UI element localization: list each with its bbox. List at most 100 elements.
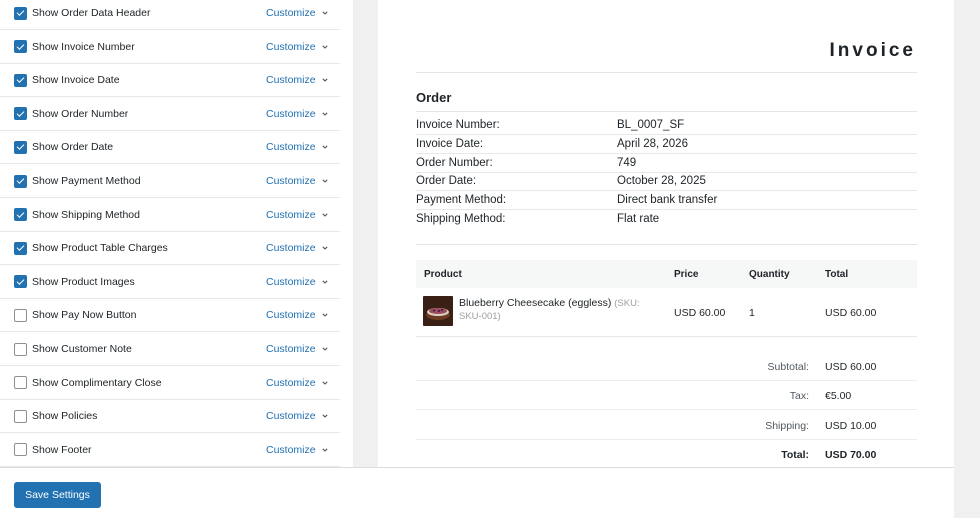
option-row: Show Invoice Date Customize [0,64,340,98]
option-label: Show Invoice Date [32,74,120,87]
chevron-down-icon[interactable] [322,212,328,218]
chevron-down-icon[interactable] [322,44,328,50]
chevron-down-icon[interactable] [322,346,328,352]
chevron-down-icon[interactable] [322,144,328,150]
customize-link[interactable]: Customize [266,108,316,120]
detail-row: Invoice Date: April 28, 2026 [416,135,917,154]
detail-key: Shipping Method: [416,213,506,225]
col-quantity: Quantity [749,269,790,280]
option-row: Show Payment Method Customize [0,165,340,198]
bottom-bar: Save Settings [0,467,954,518]
product-image [423,296,453,326]
divider [416,111,917,112]
option-checkbox[interactable] [14,342,27,356]
chevron-down-icon[interactable] [322,312,328,318]
col-total: Total [825,269,849,280]
detail-value: Direct bank transfer [617,194,718,207]
chevron-down-icon[interactable] [322,111,328,117]
customize-link[interactable]: Customize [266,444,316,456]
option-label: Show Pay Now Button [32,309,137,322]
option-row: Show Shipping Method Customize [0,199,340,232]
option-checkbox[interactable] [14,174,27,188]
option-label: Show Customer Note [32,343,132,355]
customize-link[interactable]: Customize [266,209,316,221]
detail-row: Invoice Number: BL_0007_SF [416,116,917,135]
option-checkbox[interactable] [14,6,27,20]
detail-row: Order Number: 749 [416,154,917,173]
option-checkbox[interactable] [14,376,27,390]
option-row: Show Invoice Number Customize [0,31,340,64]
totals-label: Tax: [789,390,809,403]
detail-row: Shipping Method: Flat rate [416,210,917,229]
option-checkbox[interactable] [14,208,27,222]
option-checkbox[interactable] [14,40,27,54]
option-row: Show Complimentary Close Customize [0,367,340,400]
totals-row: Shipping: USD 10.00 [416,411,917,440]
customize-link[interactable]: Customize [266,276,316,288]
customize-link[interactable]: Customize [266,141,316,153]
settings-panel: Show Order Data Header Customize Show Invo… [0,0,353,467]
chevron-down-icon[interactable] [322,380,328,386]
product-quantity: 1 [749,307,755,319]
detail-value: April 28, 2026 [617,137,688,150]
customize-link[interactable]: Customize [266,343,316,355]
option-checkbox[interactable] [14,241,27,255]
option-checkbox[interactable] [14,308,27,322]
save-settings-button[interactable]: Save Settings [14,482,101,508]
customize-link[interactable]: Customize [266,175,316,187]
product-total: USD 60.00 [825,307,877,319]
option-row: Show Product Table Charges Customize [0,232,340,266]
option-checkbox[interactable] [14,275,27,289]
totals-value: USD 10.00 [825,419,877,432]
detail-key: Order Number: [416,156,493,169]
customize-link[interactable]: Customize [266,309,316,321]
totals-label: Shipping: [765,419,809,432]
option-label: Show Product Images [32,275,135,288]
customize-link[interactable]: Customize [266,410,316,422]
totals-row: Subtotal: USD 60.00 [416,352,917,381]
detail-value: Flat rate [617,213,660,225]
option-checkbox[interactable] [14,107,27,121]
chevron-down-icon[interactable] [322,10,328,16]
customize-link[interactable]: Customize [266,7,316,19]
chevron-down-icon[interactable] [322,77,328,83]
chevron-down-icon[interactable] [322,178,328,184]
product-table-header: Product Price Quantity Total [416,260,917,288]
customize-link[interactable]: Customize [266,74,316,86]
customize-link[interactable]: Customize [266,242,316,254]
detail-row: Order Date: October 28, 2025 [416,172,917,192]
option-checkbox[interactable] [14,443,27,457]
option-label: Show Shipping Method [32,208,140,221]
option-label: Show Payment Method [32,175,141,187]
panel-gutter [353,0,378,467]
detail-key: Invoice Number: [416,119,500,131]
totals-row: Tax: €5.00 [416,381,917,411]
customize-link[interactable]: Customize [266,41,316,53]
option-row: Show Pay Now Button Customize [0,299,340,333]
option-checkbox[interactable] [14,73,27,87]
option-checkbox[interactable] [14,140,27,154]
totals-value: USD 60.00 [825,361,877,373]
option-label: Show Policies [32,410,98,423]
option-label: Show Complimentary Close [32,376,162,389]
detail-value: BL_0007_SF [617,119,685,131]
totals-value: USD 70.00 [825,448,877,461]
divider [416,244,917,245]
totals-label: Total: [781,448,809,461]
option-row: Show Customer Note Customize [0,333,340,366]
chevron-down-icon[interactable] [322,447,328,453]
scrollbar-area [954,0,980,518]
chevron-down-icon[interactable] [322,279,328,285]
customize-link[interactable]: Customize [266,377,316,389]
totals-row: Total: USD 70.00 [416,440,917,467]
chevron-down-icon[interactable] [322,413,328,419]
detail-value: 749 [617,156,637,169]
chevron-down-icon[interactable] [322,245,328,251]
detail-key: Invoice Date: [416,137,484,150]
option-label: Show Order Date [32,141,114,154]
totals-value: €5.00 [825,390,852,403]
product-price: USD 60.00 [674,307,726,319]
col-product: Product [424,269,462,280]
option-checkbox[interactable] [14,409,27,423]
detail-row: Payment Method: Direct bank transfer [416,191,917,211]
